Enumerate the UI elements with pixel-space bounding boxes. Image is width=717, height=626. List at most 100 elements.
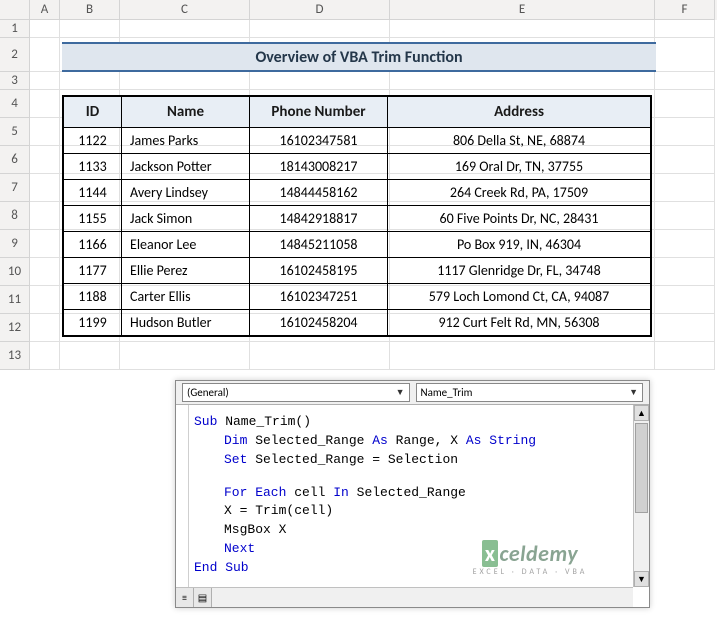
cell[interactable]	[30, 20, 60, 38]
td-id[interactable]: 1155	[64, 206, 122, 232]
cell[interactable]	[30, 258, 60, 286]
cell[interactable]	[655, 202, 715, 230]
td-name[interactable]: Carter Ellis	[122, 284, 250, 310]
cell[interactable]	[655, 90, 715, 118]
col-header-B[interactable]: B	[60, 0, 120, 20]
td-name[interactable]: Avery Lindsey	[122, 180, 250, 206]
cell[interactable]	[120, 342, 250, 370]
td-address[interactable]: 806 Della St, NE, 68874	[388, 128, 651, 154]
cell[interactable]	[30, 90, 60, 118]
row-header-12[interactable]: 12	[0, 314, 30, 342]
cell[interactable]	[655, 20, 715, 38]
row-header-5[interactable]: 5	[0, 118, 30, 146]
cell[interactable]	[655, 258, 715, 286]
cell[interactable]	[655, 286, 715, 314]
col-header-E[interactable]: E	[390, 0, 655, 20]
scroll-down-icon[interactable]: ▼	[634, 571, 649, 587]
row-header-6[interactable]: 6	[0, 146, 30, 174]
horizontal-scrollbar[interactable]: ≡ ▤	[176, 587, 633, 607]
cell[interactable]	[30, 286, 60, 314]
vertical-scrollbar[interactable]: ▲ ▼	[633, 405, 649, 587]
col-header-A[interactable]: A	[30, 0, 60, 20]
td-phone[interactable]: 16102347251	[250, 284, 388, 310]
cell[interactable]	[60, 20, 120, 38]
select-all-corner[interactable]	[0, 0, 30, 20]
td-name[interactable]: Jack Simon	[122, 206, 250, 232]
cell[interactable]	[655, 230, 715, 258]
row-header-7[interactable]: 7	[0, 174, 30, 202]
cell[interactable]	[655, 146, 715, 174]
td-id[interactable]: 1133	[64, 154, 122, 180]
td-phone[interactable]: 14842918817	[250, 206, 388, 232]
cell[interactable]	[30, 342, 60, 370]
cell[interactable]	[60, 342, 120, 370]
td-name[interactable]: Hudson Butler	[122, 310, 250, 336]
cell[interactable]	[655, 38, 715, 72]
scroll-up-icon[interactable]: ▲	[634, 405, 649, 421]
td-address[interactable]: 579 Loch Lomond Ct, CA, 94087	[388, 284, 651, 310]
row-header-9[interactable]: 9	[0, 230, 30, 258]
td-address[interactable]: 912 Curt Felt Rd, MN, 56308	[388, 310, 651, 336]
cell[interactable]	[30, 72, 60, 90]
td-phone[interactable]: 14845211058	[250, 232, 388, 258]
row-header-13[interactable]: 13	[0, 342, 30, 370]
td-id[interactable]: 1166	[64, 232, 122, 258]
col-header-C[interactable]: C	[120, 0, 250, 20]
cell[interactable]	[655, 314, 715, 342]
cell[interactable]	[30, 146, 60, 174]
cell[interactable]	[30, 202, 60, 230]
cell[interactable]	[655, 72, 715, 90]
cell[interactable]	[30, 314, 60, 342]
vba-object-combo[interactable]: (General) ▼	[182, 383, 410, 402]
td-phone[interactable]: 16102347581	[250, 128, 388, 154]
full-module-view-icon[interactable]: ▤	[194, 588, 212, 607]
cell[interactable]	[655, 118, 715, 146]
cell[interactable]	[250, 342, 390, 370]
cell[interactable]	[250, 72, 390, 90]
scroll-thumb[interactable]	[635, 423, 648, 513]
td-name[interactable]: Jackson Potter	[122, 154, 250, 180]
row-header-8[interactable]: 8	[0, 202, 30, 230]
cell[interactable]	[390, 72, 655, 90]
cell[interactable]	[30, 230, 60, 258]
td-id[interactable]: 1122	[64, 128, 122, 154]
row-header-10[interactable]: 10	[0, 258, 30, 286]
row-header-4[interactable]: 4	[0, 90, 30, 118]
td-phone[interactable]: 18143008217	[250, 154, 388, 180]
cell[interactable]	[120, 20, 250, 38]
col-header-D[interactable]: D	[250, 0, 390, 20]
td-address[interactable]: 60 Five Points Dr, NC, 28431	[388, 206, 651, 232]
td-phone[interactable]: 16102458195	[250, 258, 388, 284]
cell[interactable]	[30, 174, 60, 202]
cell[interactable]	[30, 38, 60, 72]
col-header-F[interactable]: F	[655, 0, 715, 20]
td-address[interactable]: Po Box 919, IN, 46304	[388, 232, 651, 258]
td-id[interactable]: 1177	[64, 258, 122, 284]
row-header-1[interactable]: 1	[0, 20, 30, 38]
row-header-2[interactable]: 2	[0, 38, 30, 72]
cell[interactable]	[250, 20, 390, 38]
cell[interactable]	[655, 342, 715, 370]
td-phone[interactable]: 14844458162	[250, 180, 388, 206]
cell[interactable]	[30, 118, 60, 146]
td-phone[interactable]: 16102458204	[250, 310, 388, 336]
cell[interactable]	[120, 72, 250, 90]
procedure-view-icon[interactable]: ≡	[176, 588, 194, 607]
vba-procedure-combo[interactable]: Name_Trim ▼	[416, 383, 644, 402]
cell[interactable]	[655, 174, 715, 202]
td-address[interactable]: 264 Creek Rd, PA, 17509	[388, 180, 651, 206]
td-address[interactable]: 1117 Glenridge Dr, FL, 34748	[388, 258, 651, 284]
cell[interactable]	[390, 342, 655, 370]
td-name[interactable]: Ellie Perez	[122, 258, 250, 284]
row-header-11[interactable]: 11	[0, 286, 30, 314]
cell[interactable]	[390, 20, 655, 38]
cell[interactable]	[60, 72, 120, 90]
td-id[interactable]: 1188	[64, 284, 122, 310]
row-header-3[interactable]: 3	[0, 72, 30, 90]
td-name[interactable]: Eleanor Lee	[122, 232, 250, 258]
td-address[interactable]: 169 Oral Dr, TN, 37755	[388, 154, 651, 180]
vba-code-pane[interactable]: Sub Name_Trim() Dim Selected_Range As Ra…	[176, 405, 649, 587]
td-id[interactable]: 1199	[64, 310, 122, 336]
td-name[interactable]: James Parks	[122, 128, 250, 154]
td-id[interactable]: 1144	[64, 180, 122, 206]
